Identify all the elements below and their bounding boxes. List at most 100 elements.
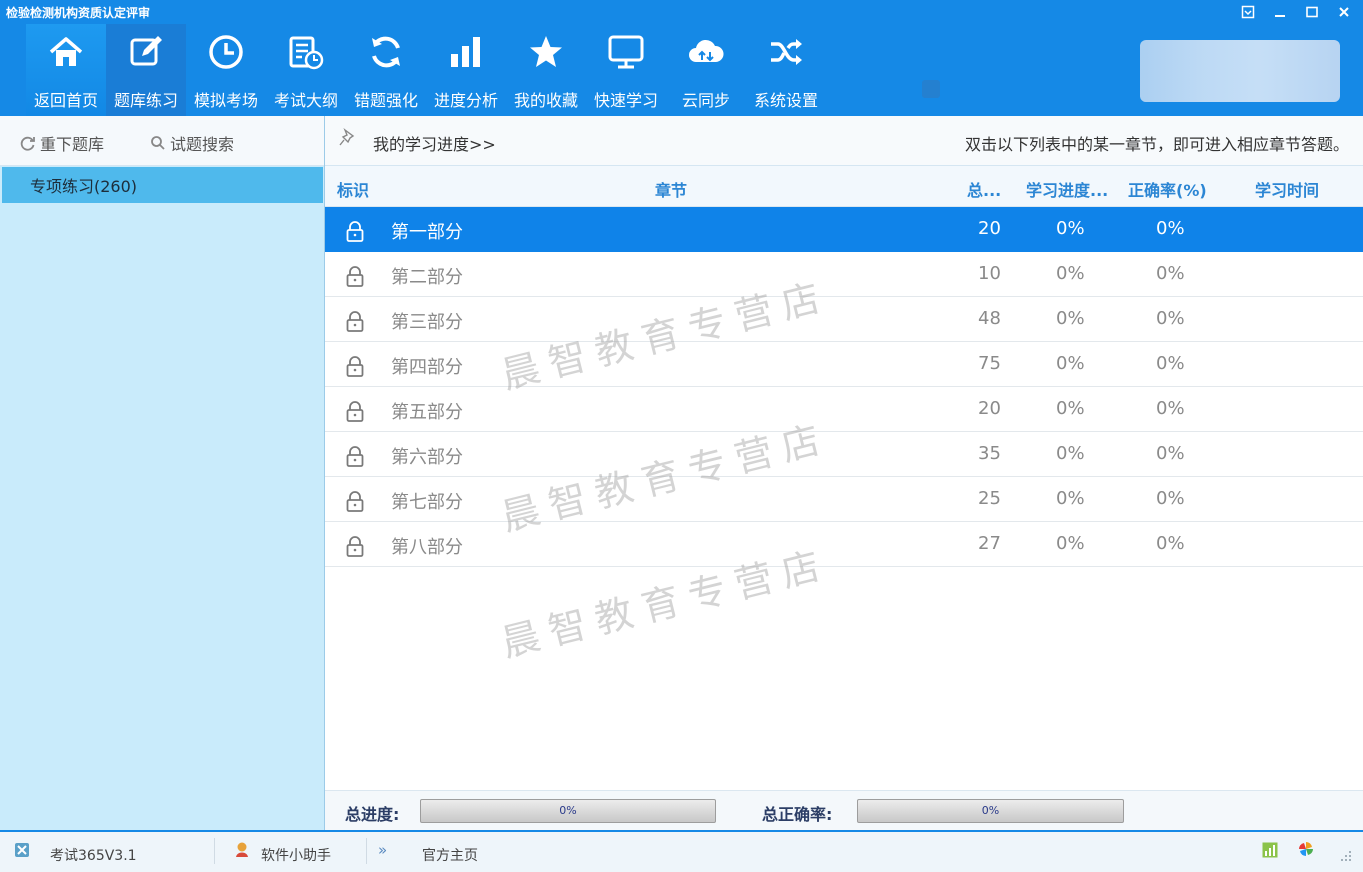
total-progress-bar: 0% [420,799,716,823]
helper-link[interactable]: 软件小助手 [261,845,331,865]
cell-chapter: 第四部分 [391,357,463,378]
table-row[interactable]: 第八部分 27 0% 0% [325,522,1363,567]
menu-icon[interactable] [1237,2,1259,22]
search-questions-button[interactable]: 试题搜索 [150,131,234,155]
lock-icon [346,221,364,242]
toolbar-label: 快速学习 [593,91,658,110]
stats-icon[interactable] [1262,842,1278,858]
lock-icon [346,266,364,287]
sidebar-header: 重下题库 试题搜索 [0,116,324,166]
toolbar-button-mock-exam[interactable]: 模拟考场 [186,24,266,116]
toolbar-button-home[interactable]: 返回首页 [26,24,106,116]
cell-progress: 0% [1056,308,1085,329]
title-toolbar-area: 检验检测机构资质认定评审 返回首页 题库练习 模拟考场 考试大纲 错题强化 进度… [0,0,1363,116]
table-row[interactable]: 第五部分 20 0% 0% [325,387,1363,432]
toolbar-label: 错题强化 [353,91,418,110]
column-header-accuracy[interactable]: 正确率(%) [1128,177,1207,201]
user-avatar-blurred[interactable] [1140,40,1340,102]
toolbar-label: 云同步 [681,91,730,110]
table-row[interactable]: 第二部分 10 0% 0% [325,252,1363,297]
total-progress-label: 总进度: [345,805,400,824]
maximize-icon[interactable] [1301,2,1323,22]
cell-chapter: 第八部分 [391,537,463,558]
toolbar-button-syllabus[interactable]: 考试大纲 [266,24,346,116]
reload-bank-button[interactable]: 重下题库 [20,131,104,155]
helper-icon [236,842,248,857]
resize-grip-icon[interactable] [1340,850,1352,862]
table-row[interactable]: 第六部分 35 0% 0% [325,432,1363,477]
toolbar-button-quick-study[interactable]: 快速学习 [586,24,666,116]
instruction-hint: 双击以下列表中的某一章节，即可进入相应章节答题。 [965,135,1350,154]
sidebar: 重下题库 试题搜索 专项练习(260) [0,116,325,830]
cell-progress: 0% [1056,218,1085,239]
search-icon [151,136,165,150]
column-header-chapter[interactable]: 章节 [655,177,687,201]
sidebar-item-special-practice[interactable]: 专项练习(260) [2,167,323,203]
table-row[interactable]: 第四部分 75 0% 0% [325,342,1363,387]
lock-icon [346,401,364,422]
main-panel: 我的学习进度>> 双击以下列表中的某一章节，即可进入相应章节答题。 标识 章节 … [325,116,1363,830]
column-header-time[interactable]: 学习时间 [1255,177,1319,201]
table-row[interactable]: 第三部分 48 0% 0% [325,297,1363,342]
reload-bank-label: 重下题库 [40,135,105,154]
cell-chapter: 第三部分 [391,312,463,333]
table-row[interactable]: 第一部分 20 0% 0% [325,207,1363,252]
status-bar: 考试365V3.1 软件小助手 » 官方主页 [0,830,1363,872]
window-title: 检验检测机构资质认定评审 [6,6,151,20]
homepage-link[interactable]: 官方主页 [422,845,478,865]
lock-icon [346,491,364,512]
column-header-progress[interactable]: 学习进度... [1026,177,1108,201]
main-toolbar: 返回首页 题库练习 模拟考场 考试大纲 错题强化 进度分析 我的收藏 快速学习 [26,24,826,116]
main-header: 我的学习进度>> 双击以下列表中的某一章节，即可进入相应章节答题。 [325,116,1363,166]
toolbar-label: 系统设置 [753,91,818,110]
toolbar-label: 进度分析 [433,91,498,110]
cell-progress: 0% [1056,263,1085,284]
search-questions-label: 试题搜索 [170,135,235,154]
toolbar-label: 模拟考场 [193,91,258,110]
cell-progress: 0% [1056,443,1085,464]
cell-accuracy: 0% [1156,443,1185,464]
lock-icon [346,446,364,467]
refresh-icon [20,136,35,151]
divider [366,838,367,864]
cell-accuracy: 0% [1156,218,1185,239]
cell-progress: 0% [1056,533,1085,554]
total-accuracy-label: 总正确率: [762,805,833,824]
cell-progress: 0% [1056,488,1085,509]
bar-chart-icon [451,37,480,67]
status-indicator [922,80,940,98]
toolbar-button-settings[interactable]: 系统设置 [746,24,826,116]
cell-total: 20 [978,218,1001,239]
toolbar-button-analysis[interactable]: 进度分析 [426,24,506,116]
toolbar-button-practice[interactable]: 题库练习 [106,24,186,116]
my-progress-link[interactable]: 我的学习进度>> [373,131,496,155]
toolbar-label: 返回首页 [33,91,98,110]
cell-accuracy: 0% [1156,353,1185,374]
chevron-right-icon: » [378,841,388,859]
toolbar-button-mistakes[interactable]: 错题强化 [346,24,426,116]
close-icon[interactable] [1333,2,1355,22]
toolbar-button-favorites[interactable]: 我的收藏 [506,24,586,116]
cell-accuracy: 0% [1156,263,1185,284]
cell-total: 10 [978,263,1001,284]
lock-icon [346,536,364,557]
pinwheel-icon[interactable] [1298,841,1314,857]
column-header-total[interactable]: 总... [967,177,1001,201]
cell-chapter: 第七部分 [391,492,463,513]
total-accuracy-value: 0% [981,804,1000,817]
column-header-mark[interactable]: 标识 [337,177,369,201]
minimize-icon[interactable] [1269,2,1291,22]
version-label: 考试365V3.1 [50,848,137,864]
cell-accuracy: 0% [1156,533,1185,554]
shuffle-icon [771,39,802,65]
home-icon [49,37,83,66]
toolbar-button-cloud-sync[interactable]: 云同步 [666,24,746,116]
table-row[interactable]: 第七部分 25 0% 0% [325,477,1363,522]
cell-total: 27 [978,533,1001,554]
table-header: 标识 章节 总... 学习进度... 正确率(%) 学习时间 [325,166,1363,207]
lock-icon [346,311,364,332]
lock-icon [346,356,364,377]
pin-icon [339,128,355,146]
cell-total: 48 [978,308,1001,329]
toolbar-label: 我的收藏 [513,91,578,110]
